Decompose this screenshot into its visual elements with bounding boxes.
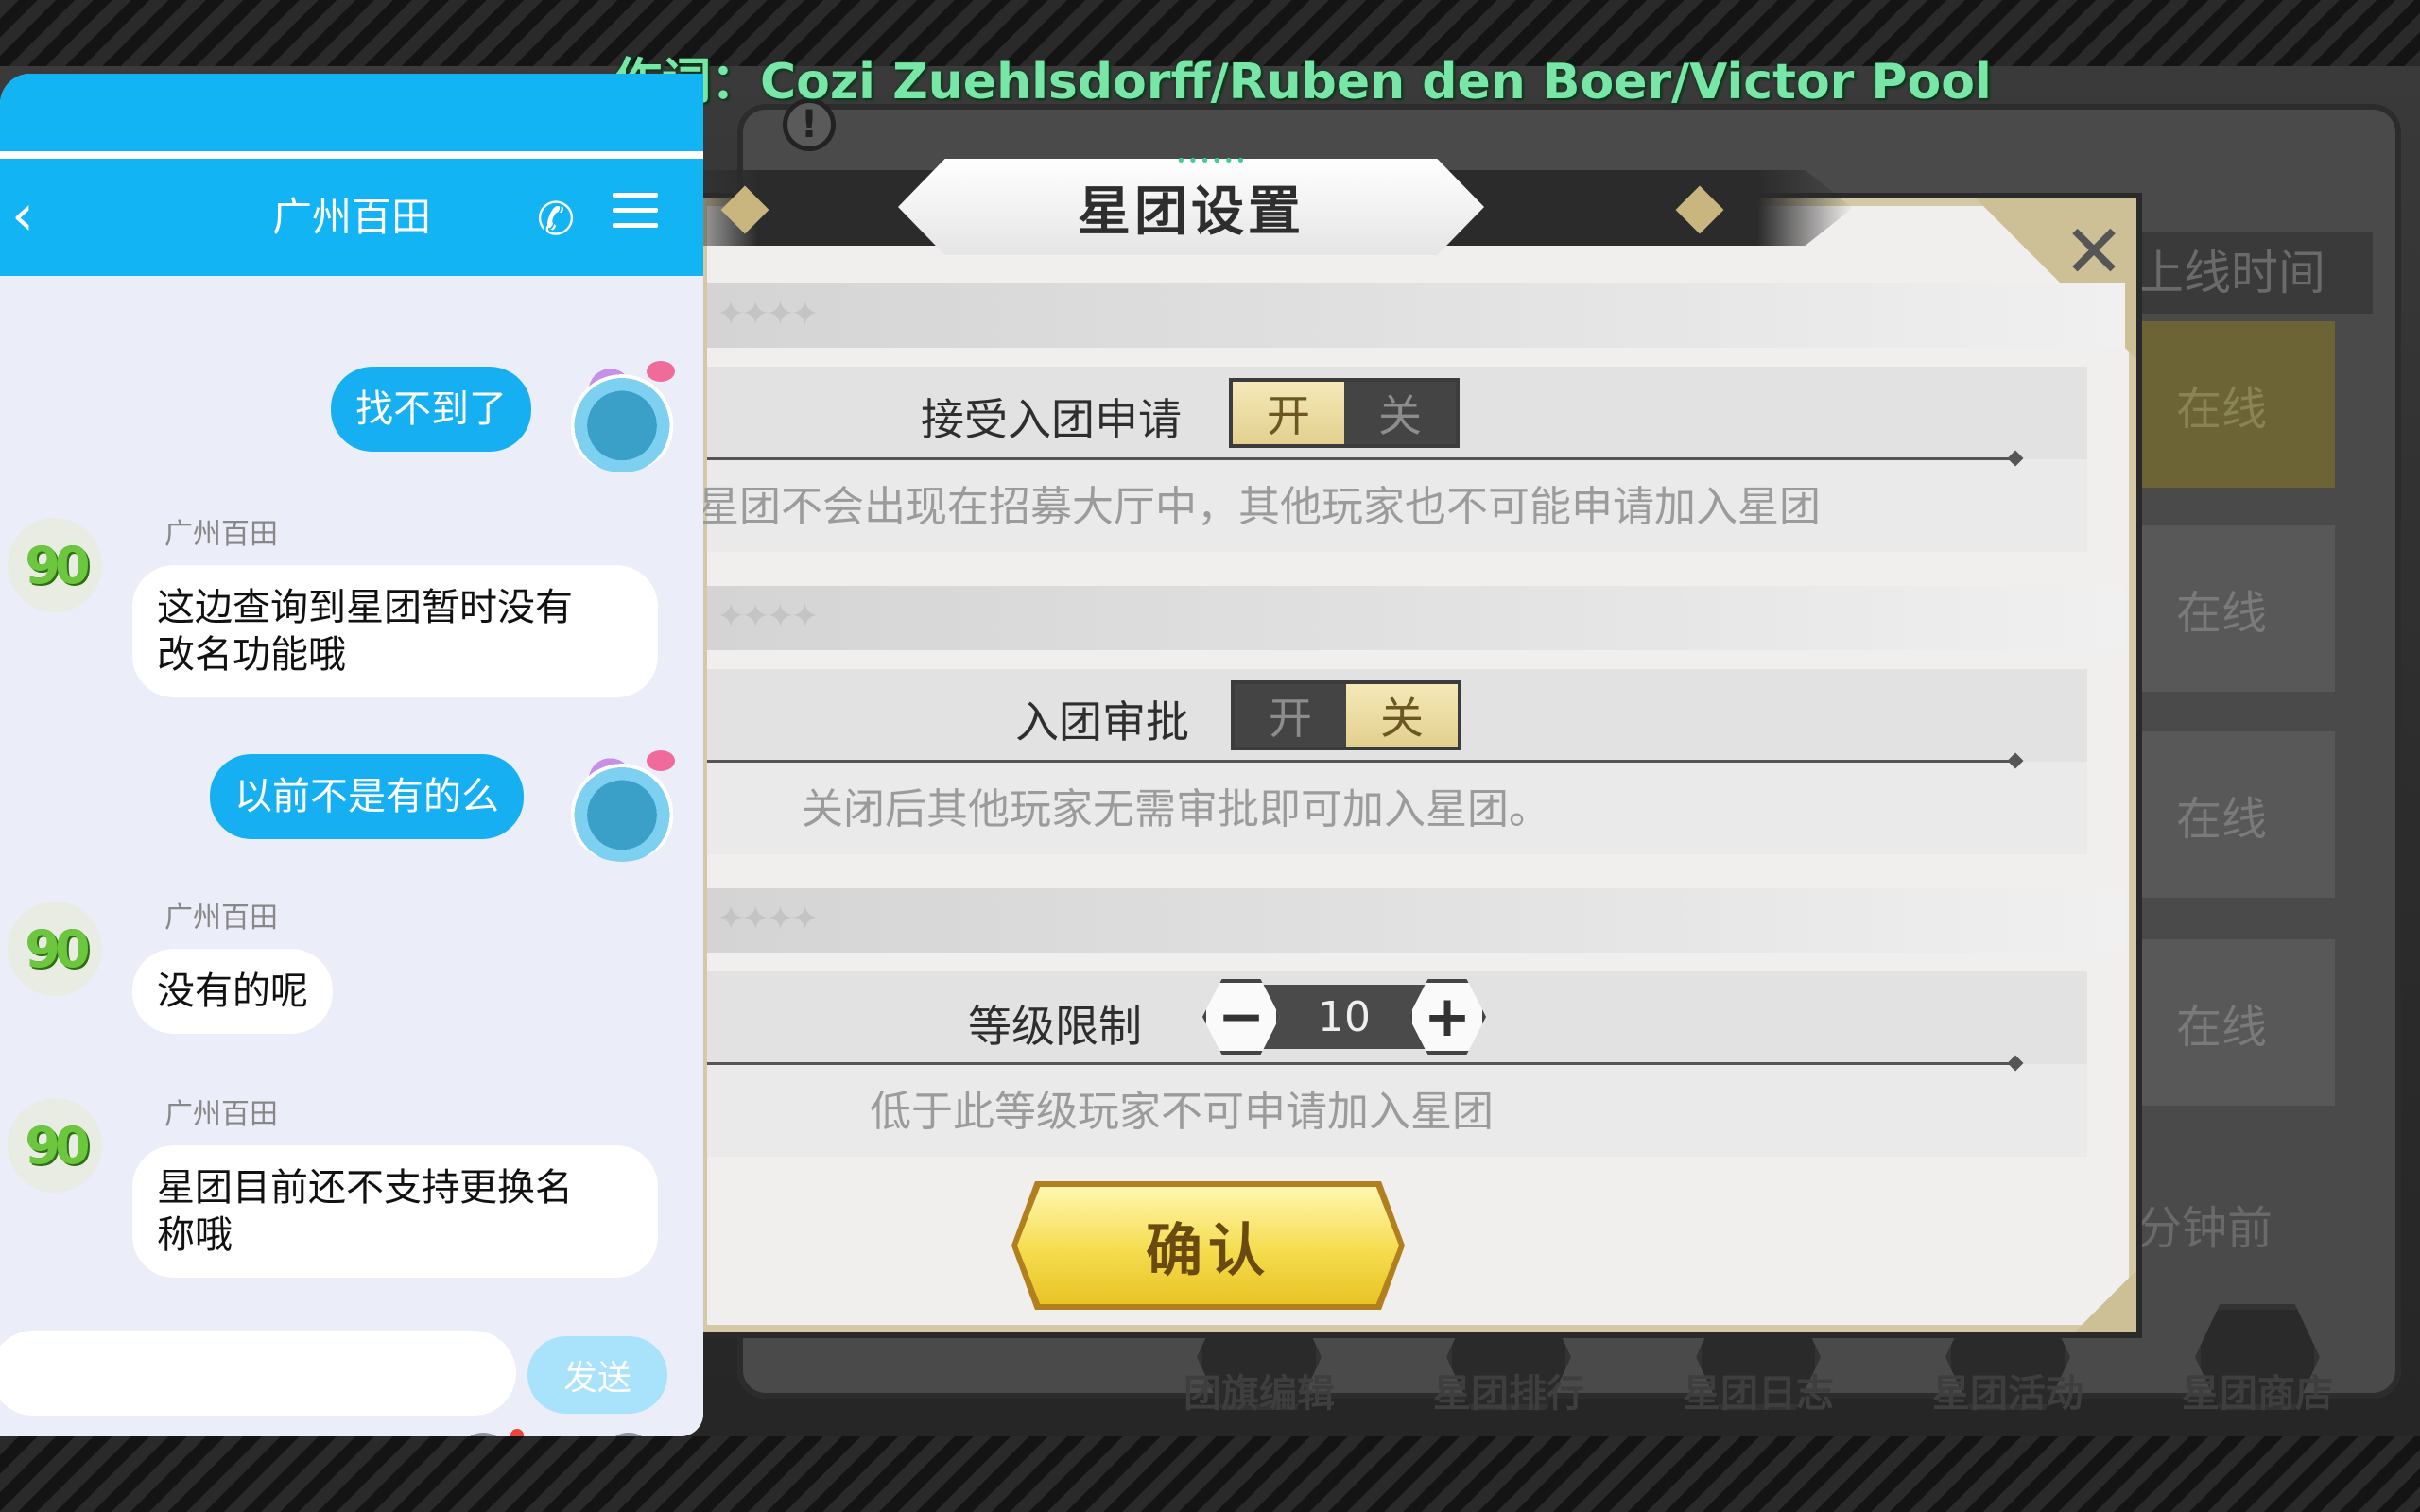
emoji-icon[interactable] bbox=[450, 1425, 516, 1436]
title-dots: •••••• bbox=[1176, 151, 1248, 171]
camera-icon[interactable] bbox=[304, 1425, 371, 1436]
setting-label: 等级限制 bbox=[968, 1001, 1142, 1052]
chat-header-divider bbox=[0, 151, 703, 159]
dialog-title: 星团设置 bbox=[1078, 180, 1305, 243]
setting-join-approval: 入团审批 开 关 关闭后其他玩家无需审批即可加入星团。 bbox=[707, 669, 2087, 854]
tab-shop[interactable]: 星团商店 bbox=[2133, 1295, 2382, 1436]
toggle-on-option[interactable]: 开 bbox=[1233, 382, 1344, 444]
mic-icon[interactable] bbox=[15, 1425, 81, 1436]
tab-label: 星团日志 bbox=[1683, 1372, 1834, 1416]
toggle-off-option[interactable]: 关 bbox=[1346, 684, 1458, 747]
online-status-row: 在线 bbox=[2108, 939, 2335, 1106]
tab-label: 团旗编辑 bbox=[1184, 1372, 1335, 1416]
user-avatar[interactable] bbox=[563, 745, 681, 862]
sender-name: 广州百田 bbox=[164, 1098, 278, 1131]
incoming-message[interactable]: 没有的呢 bbox=[132, 949, 333, 1034]
agent-avatar[interactable]: 90 bbox=[8, 1098, 102, 1193]
online-status-row: 在线 bbox=[2108, 525, 2335, 692]
section-separator bbox=[707, 586, 2125, 650]
phone-icon[interactable]: ✆ bbox=[527, 191, 584, 248]
agent-avatar[interactable]: 90 bbox=[8, 902, 102, 996]
outgoing-message[interactable]: 找不到了 bbox=[331, 367, 531, 452]
setting-description: 关闭后其他玩家无需审批即可加入星团。 bbox=[802, 785, 1550, 833]
setting-divider bbox=[707, 457, 2015, 460]
menu-icon[interactable] bbox=[613, 193, 658, 238]
online-status-row: 在线 bbox=[2108, 321, 2335, 488]
setting-level-limit: 等级限制 10 − + 低于此等级玩家不可申请加入星团 bbox=[707, 971, 2087, 1157]
user-avatar[interactable] bbox=[563, 355, 681, 472]
notification-dot bbox=[510, 1429, 524, 1436]
tab-label: 星团排行 bbox=[1433, 1372, 1584, 1416]
accept-applications-toggle[interactable]: 开 关 bbox=[1229, 378, 1460, 448]
plus-icon[interactable]: + bbox=[596, 1425, 662, 1436]
toggle-off-option[interactable]: 关 bbox=[1344, 382, 1456, 444]
chat-toolbar: + bbox=[0, 1425, 703, 1436]
tab-label: 星团活动 bbox=[1932, 1372, 2083, 1416]
online-time-header: 上线时间 bbox=[2108, 232, 2373, 314]
chat-status-bar bbox=[0, 74, 703, 151]
chat-title: 广州百田 bbox=[271, 194, 431, 240]
online-status-row: 在线 bbox=[2108, 731, 2335, 898]
setting-accept-applications: 接受入团申请 开 关 星团不会出现在招募大厅中，其他玩家也不可能申请加入星团 bbox=[698, 367, 2087, 552]
incoming-message[interactable]: 星团目前还不支持更换名 称哦 bbox=[132, 1145, 658, 1278]
send-button[interactable]: 发送 bbox=[527, 1336, 667, 1414]
sender-name: 广州百田 bbox=[164, 902, 278, 935]
dialog-corner-decoration bbox=[2032, 1228, 2136, 1332]
chat-window: 广州百田 ‹ ✆ 找不到了 90 广州百田 这边查询到星团暂时没有 改名功能哦 … bbox=[0, 74, 703, 1436]
setting-label: 接受入团申请 bbox=[921, 394, 1182, 445]
join-approval-toggle[interactable]: 开 关 bbox=[1231, 680, 1461, 750]
last-seen-text: 分钟前 bbox=[2136, 1202, 2273, 1255]
message-input[interactable] bbox=[0, 1331, 516, 1416]
title-plate: 星团设置 bbox=[898, 159, 1484, 255]
outgoing-message[interactable]: 以前不是有的么 bbox=[210, 754, 524, 839]
setting-description: 星团不会出现在招募大厅中，其他玩家也不可能申请加入星团 bbox=[698, 483, 1821, 531]
setting-description: 低于此等级玩家不可申请加入星团 bbox=[870, 1088, 1494, 1136]
confirm-button[interactable]: 确认 bbox=[1017, 1187, 1399, 1304]
chat-header: 广州百田 ‹ ✆ bbox=[0, 159, 703, 276]
bottom-stripe-bar bbox=[0, 1436, 2420, 1512]
level-limit-value: 10 bbox=[1318, 992, 1371, 1041]
level-limit-stepper[interactable]: 10 − + bbox=[1202, 979, 1486, 1055]
close-button[interactable]: ✕ bbox=[2051, 210, 2136, 295]
setting-divider bbox=[707, 760, 2015, 763]
incoming-message[interactable]: 这边查询到星团暂时没有 改名功能哦 bbox=[132, 565, 658, 697]
dialog-titlebar: 星团设置 •••••• bbox=[662, 151, 1853, 255]
message-list: 找不到了 90 广州百田 这边查询到星团暂时没有 改名功能哦 以前不是有的么 9… bbox=[0, 276, 703, 1325]
lyric-caption: 作词：Cozi Zuehlsdorff/Ruben den Boer/Victo… bbox=[613, 54, 1992, 111]
back-arrow-icon[interactable]: ‹ bbox=[11, 187, 68, 244]
section-separator bbox=[707, 284, 2125, 348]
section-separator bbox=[707, 888, 2125, 953]
setting-label: 入团审批 bbox=[1015, 696, 1189, 747]
tab-label: 星团商店 bbox=[2182, 1372, 2333, 1416]
toggle-on-option[interactable]: 开 bbox=[1235, 684, 1346, 747]
image-icon[interactable] bbox=[159, 1425, 225, 1436]
setting-divider bbox=[707, 1062, 2015, 1065]
agent-avatar[interactable]: 90 bbox=[8, 518, 102, 612]
sender-name: 广州百田 bbox=[164, 518, 278, 551]
